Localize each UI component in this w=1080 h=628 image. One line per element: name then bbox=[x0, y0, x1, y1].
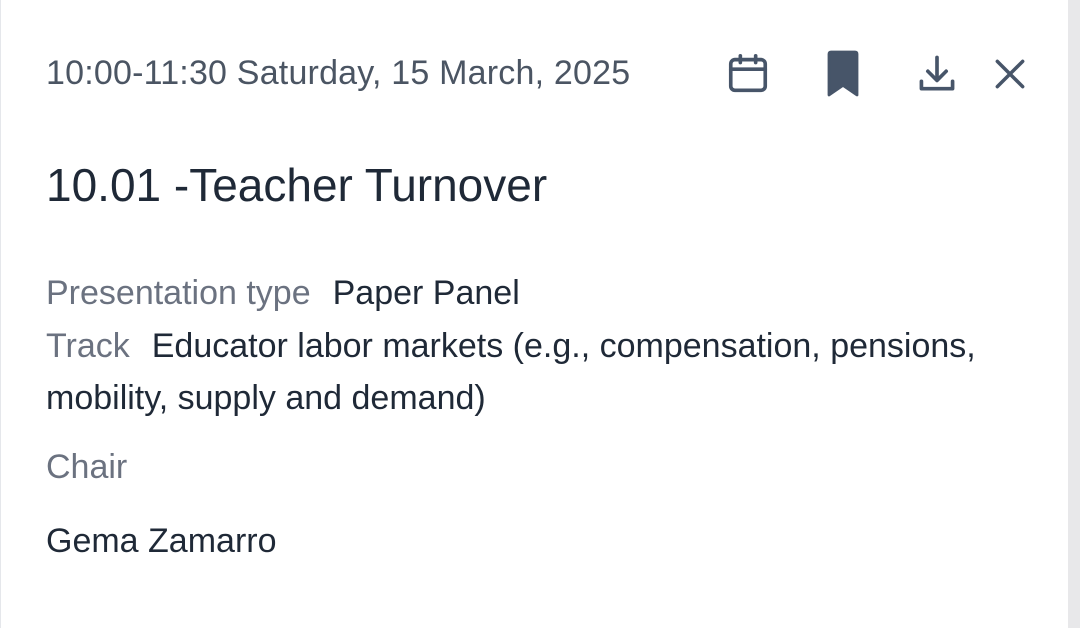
presentation-type-row: Presentation type Paper Panel bbox=[46, 267, 1006, 319]
session-datetime: 10:00-11:30 Saturday, 15 March, 2025 bbox=[46, 53, 631, 92]
session-detail-panel: 10:00-11:30 Saturday, 15 March, 2025 10.… bbox=[0, 0, 1068, 628]
chair-label: Chair bbox=[46, 448, 128, 486]
presentation-type-label: Presentation type bbox=[46, 274, 311, 312]
track-value: Educator labor markets (e.g., compensati… bbox=[46, 327, 976, 417]
presentation-type-value: Paper Panel bbox=[332, 274, 520, 312]
track-row: Track Educator labor markets (e.g., compe… bbox=[46, 320, 1006, 424]
scrollbar-track[interactable] bbox=[1068, 0, 1080, 628]
bookmark-icon bbox=[827, 50, 859, 97]
session-header: 10:00-11:30 Saturday, 15 March, 2025 bbox=[46, 48, 1036, 98]
track-label: Track bbox=[46, 327, 130, 365]
bookmark-button[interactable] bbox=[819, 50, 867, 98]
close-button[interactable] bbox=[986, 50, 1034, 98]
session-title: 10.01 -Teacher Turnover bbox=[46, 159, 548, 211]
download-icon bbox=[919, 55, 955, 91]
close-icon bbox=[995, 59, 1025, 89]
add-to-calendar-button[interactable] bbox=[724, 50, 772, 98]
chair-name[interactable]: Gema Zamarro bbox=[46, 522, 277, 561]
calendar-icon bbox=[728, 53, 768, 93]
download-button[interactable] bbox=[913, 50, 961, 98]
